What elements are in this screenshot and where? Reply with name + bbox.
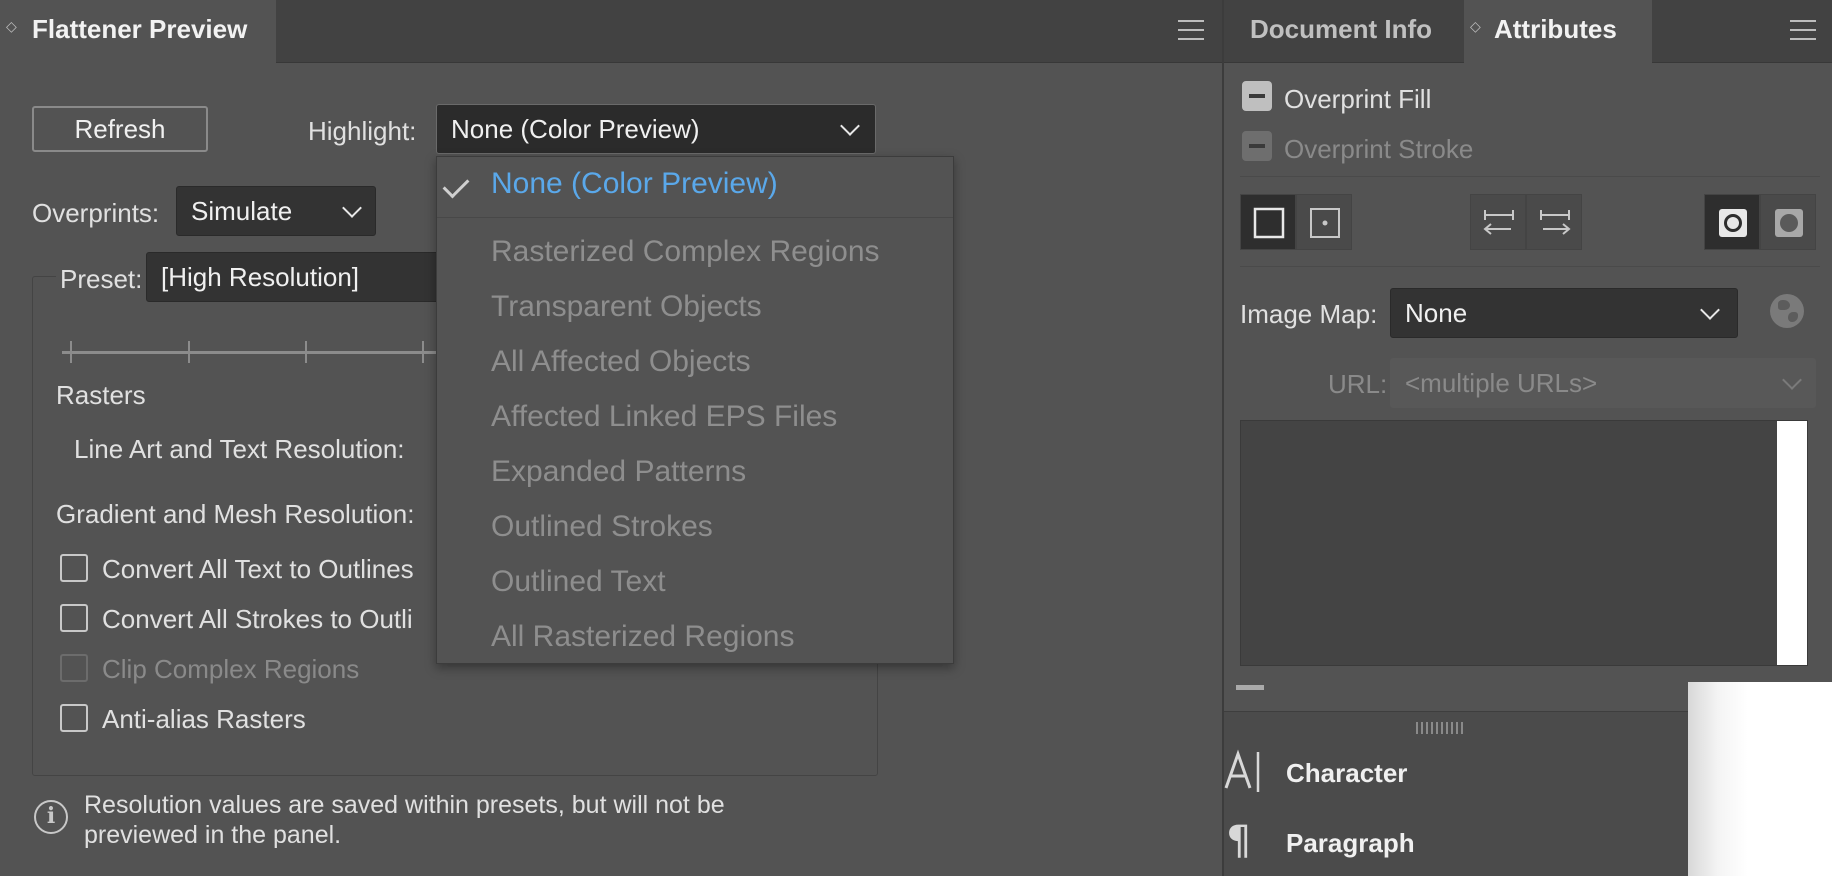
preset-label: Preset:: [56, 264, 147, 295]
nonzero-winding-icon: [1719, 209, 1747, 237]
overprint-stroke-checkbox: [1242, 131, 1272, 161]
scrollbar[interactable]: [1777, 421, 1807, 665]
convert-text-checkbox[interactable]: [60, 554, 88, 582]
character-panel-label[interactable]: Character: [1286, 758, 1407, 789]
overprints-label: Overprints:: [32, 198, 160, 228]
panel-strip: [1224, 682, 1690, 712]
preset-select[interactable]: [High Resolution]: [146, 252, 446, 302]
dropdown-item[interactable]: Affected Linked EPS Files: [491, 400, 837, 434]
tab-title: Flattener Preview: [32, 14, 248, 44]
slider-tick: [305, 341, 307, 363]
gradient-mesh-resolution-label: Gradient and Mesh Resolution:: [56, 499, 415, 529]
overprints-select[interactable]: Simulate: [176, 186, 376, 236]
square-icon: [1253, 207, 1285, 239]
url-list[interactable]: [1240, 420, 1808, 666]
image-map-select-value: None: [1405, 298, 1468, 328]
overprint-fill-checkbox[interactable]: [1242, 81, 1272, 111]
overprint-fill-label: Overprint Fill: [1284, 84, 1432, 114]
chevron-down-icon: [342, 198, 362, 218]
image-map-select[interactable]: None: [1390, 288, 1738, 338]
collapsed-panels: Character ¶ Paragraph: [1222, 682, 1690, 876]
url-label: URL:: [1328, 369, 1388, 399]
tab-grip-icon[interactable]: ◇: [1470, 18, 1481, 35]
reverse-path-direction-on-button[interactable]: [1526, 194, 1582, 250]
image-map-label: Image Map:: [1240, 299, 1378, 329]
attributes-panel: Document Info ◇ Attributes Overprint Fil…: [1222, 0, 1832, 682]
dropdown-item[interactable]: Outlined Strokes: [491, 510, 713, 544]
resolution-slider[interactable]: [62, 351, 442, 354]
anti-alias-checkbox[interactable]: [60, 704, 88, 732]
dropdown-item[interactable]: Rasterized Complex Regions: [491, 235, 880, 269]
collapse-bar[interactable]: [1236, 685, 1264, 690]
convert-text-label: Convert All Text to Outlines: [102, 554, 414, 584]
dropdown-item[interactable]: Transparent Objects: [491, 290, 762, 324]
anti-alias-label: Anti-alias Rasters: [102, 704, 306, 734]
dropdown-item-none-color-preview[interactable]: None (Color Preview): [491, 167, 778, 201]
slider-tick: [70, 341, 72, 363]
nonzero-winding-fill-button[interactable]: [1704, 194, 1760, 250]
character-icon[interactable]: [1224, 748, 1264, 794]
overprint-stroke-label: Overprint Stroke: [1284, 134, 1474, 164]
url-select: <multiple URLs>: [1390, 358, 1816, 408]
clip-complex-regions-label: Clip Complex Regions: [102, 654, 360, 684]
divider: [1240, 266, 1820, 267]
dropdown-item[interactable]: Outlined Text: [491, 565, 666, 599]
dont-show-center-button[interactable]: [1240, 194, 1296, 250]
dropdown-separator: [437, 217, 953, 218]
globe-icon[interactable]: [1770, 294, 1804, 328]
highlight-label: Highlight:: [308, 116, 417, 146]
slider-tick: [422, 341, 424, 363]
convert-strokes-checkbox[interactable]: [60, 604, 88, 632]
tab-attributes[interactable]: ◇ Attributes: [1464, 0, 1652, 64]
even-odd-icon: [1775, 209, 1803, 237]
refresh-button[interactable]: Refresh: [32, 106, 208, 152]
preset-select-value: [High Resolution]: [161, 262, 359, 292]
chevron-down-icon: [1782, 370, 1802, 390]
dropdown-item[interactable]: All Rasterized Regions: [491, 620, 794, 654]
chevron-down-icon: [1700, 300, 1720, 320]
arrow-right-icon: [1540, 210, 1571, 235]
info-message: Resolution values are saved within prese…: [84, 791, 725, 849]
tab-document-info[interactable]: Document Info: [1250, 14, 1432, 45]
canvas-area: [1688, 682, 1832, 876]
highlight-select-value: None (Color Preview): [451, 114, 700, 144]
rasters-label: Rasters: [56, 380, 146, 410]
paragraph-panel-label[interactable]: Paragraph: [1286, 828, 1415, 859]
reverse-path-direction-off-button[interactable]: [1470, 194, 1526, 250]
checkmark-icon: [442, 171, 470, 199]
dropdown-item[interactable]: All Affected Objects: [491, 345, 751, 379]
tab-flattener-preview[interactable]: ◇ Flattener Preview: [0, 0, 276, 64]
url-select-value: <multiple URLs>: [1405, 368, 1598, 398]
arrow-left-icon: [1483, 210, 1514, 235]
drag-handle-icon[interactable]: [1416, 722, 1464, 734]
dropdown-item[interactable]: Expanded Patterns: [491, 455, 746, 489]
clip-complex-regions-checkbox: [60, 654, 88, 682]
panel-menu-icon[interactable]: [1790, 20, 1816, 40]
square-center-icon: [1310, 208, 1340, 238]
line-art-resolution-label: Line Art and Text Resolution:: [74, 434, 405, 464]
overprints-select-value: Simulate: [191, 196, 293, 226]
show-center-button[interactable]: [1296, 194, 1352, 250]
highlight-select[interactable]: None (Color Preview): [436, 104, 876, 154]
info-icon: i: [34, 800, 68, 834]
chevron-down-icon: [840, 116, 860, 136]
convert-strokes-label: Convert All Strokes to Outli: [102, 604, 413, 634]
tab-grip-icon[interactable]: ◇: [6, 18, 17, 35]
paragraph-icon[interactable]: ¶: [1226, 818, 1251, 864]
divider: [1240, 176, 1820, 177]
slider-tick: [188, 341, 190, 363]
tab-attributes-label: Attributes: [1494, 14, 1617, 44]
panel-menu-icon[interactable]: [1178, 20, 1204, 40]
even-odd-fill-button[interactable]: [1760, 194, 1816, 250]
highlight-dropdown-menu: None (Color Preview) Rasterized Complex …: [436, 156, 954, 664]
